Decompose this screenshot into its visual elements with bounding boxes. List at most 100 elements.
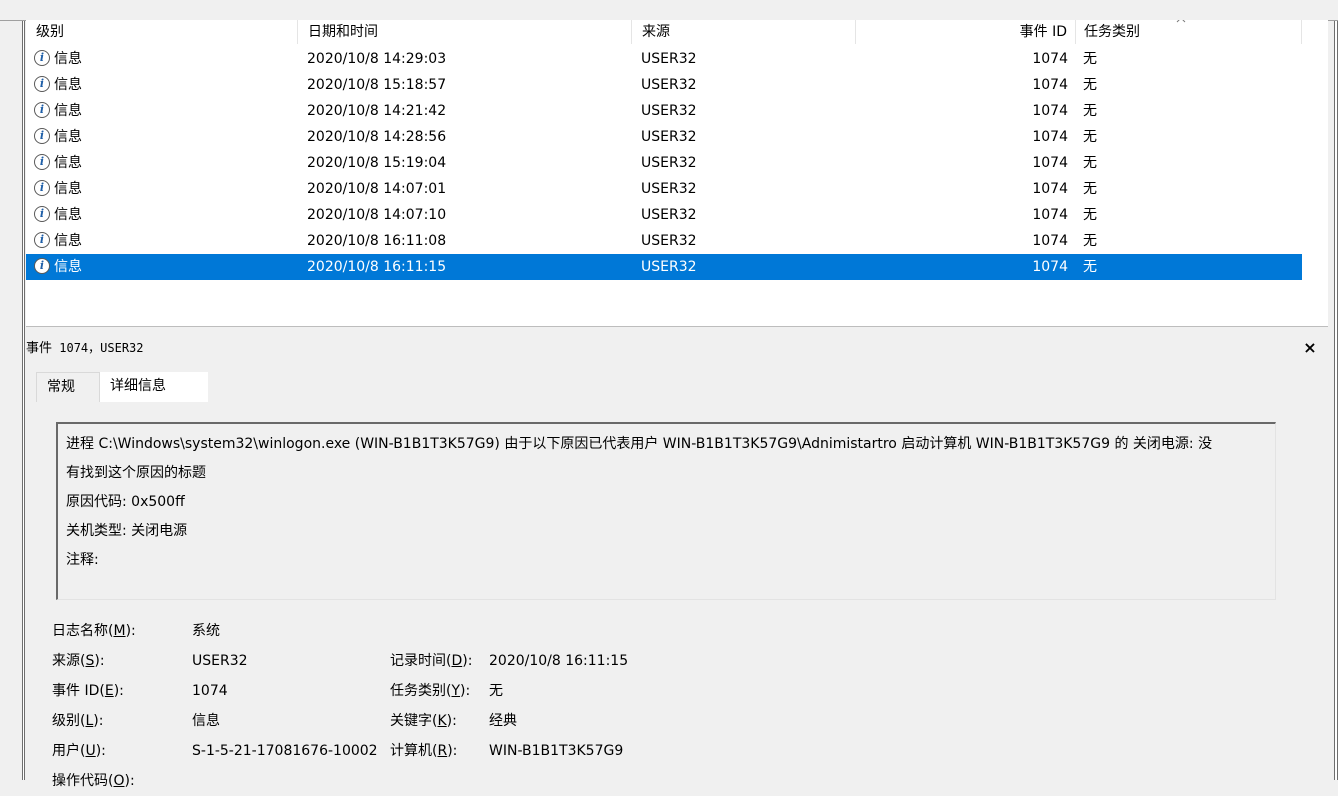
table-row-selected[interactable]: i 信息 2020/10/8 16:11:15 USER32 1074 无	[26, 254, 1302, 280]
cell-date: 2020/10/8 15:18:57	[307, 77, 447, 93]
table-row[interactable]: i 信息 2020/10/8 14:07:01 USER32 1074 无	[26, 176, 1302, 202]
cell-source: USER32	[641, 129, 697, 145]
close-icon[interactable]: ×	[1300, 336, 1320, 360]
column-header-level[interactable]: 级别	[26, 20, 298, 44]
label-computer: 计算机(R):	[390, 743, 458, 759]
cell-date: 2020/10/8 16:11:08	[307, 233, 447, 249]
list-header: 级别 日期和时间 来源 事件 ID 任务类别	[26, 20, 1328, 44]
cell-level: 信息	[54, 103, 82, 119]
cell-source: USER32	[641, 259, 697, 275]
cell-event-id: 1074	[1032, 233, 1068, 249]
cell-source: USER32	[641, 233, 697, 249]
pane-splitter[interactable]	[26, 326, 1328, 335]
cell-date: 2020/10/8 14:07:01	[307, 181, 447, 197]
tab-details[interactable]: 详细信息	[100, 372, 208, 402]
cell-task: 无	[1083, 129, 1097, 145]
left-window-border	[22, 0, 25, 780]
column-header-date[interactable]: 日期和时间	[298, 20, 632, 44]
value-log-name: 系统	[192, 623, 220, 639]
table-row[interactable]: i 信息 2020/10/8 15:19:04 USER32 1074 无	[26, 150, 1302, 176]
top-status-strip	[0, 0, 1338, 21]
cell-date: 2020/10/8 16:11:15	[307, 259, 447, 275]
cell-event-id: 1074	[1032, 155, 1068, 171]
cell-task: 无	[1083, 155, 1097, 171]
value-level: 信息	[192, 713, 220, 729]
info-icon: i	[34, 128, 50, 144]
cell-event-id: 1074	[1032, 77, 1068, 93]
table-row[interactable]: i 信息 2020/10/8 14:28:56 USER32 1074 无	[26, 124, 1302, 150]
label-source: 来源(S):	[52, 653, 105, 669]
label-logged: 记录时间(D):	[390, 653, 473, 669]
cell-date: 2020/10/8 14:28:56	[307, 129, 447, 145]
value-source: USER32	[192, 653, 248, 669]
table-row[interactable]: i 信息 2020/10/8 15:18:57 USER32 1074 无	[26, 72, 1302, 98]
column-header-task[interactable]: 任务类别	[1074, 20, 1302, 44]
cell-task: 无	[1083, 259, 1097, 275]
table-row[interactable]: i 信息 2020/10/8 16:11:08 USER32 1074 无	[26, 228, 1302, 254]
cell-event-id: 1074	[1032, 51, 1068, 67]
table-row[interactable]: i 信息 2020/10/8 14:07:10 USER32 1074 无	[26, 202, 1302, 228]
cell-level: 信息	[54, 181, 82, 197]
info-icon: i	[34, 154, 50, 170]
info-icon: i	[34, 180, 50, 196]
cell-event-id: 1074	[1032, 259, 1068, 275]
info-icon: i	[34, 76, 50, 92]
table-row[interactable]: i 信息 2020/10/8 14:29:03 USER32 1074 无	[26, 46, 1302, 72]
label-opcode: 操作代码(O):	[52, 773, 135, 789]
cell-source: USER32	[641, 155, 697, 171]
cell-date: 2020/10/8 14:21:42	[307, 103, 447, 119]
description-line: 进程 C:\Windows\system32\winlogon.exe (WIN…	[66, 436, 1213, 452]
value-event-id: 1074	[192, 683, 228, 699]
value-task-category: 无	[489, 683, 503, 699]
right-window-border	[1334, 0, 1338, 780]
info-icon: i	[34, 206, 50, 222]
cell-source: USER32	[641, 77, 697, 93]
label-event-id: 事件 ID(E):	[52, 683, 124, 699]
label-user: 用户(U):	[52, 743, 106, 759]
cell-source: USER32	[641, 51, 697, 67]
cell-event-id: 1074	[1032, 181, 1068, 197]
label-log-name: 日志名称(M):	[52, 623, 136, 639]
cell-level: 信息	[54, 51, 82, 67]
description-line: 有找到这个原因的标题	[66, 465, 206, 481]
cell-task: 无	[1083, 207, 1097, 223]
info-icon: i	[34, 102, 50, 118]
value-computer: WIN-B1B1T3K57G9	[489, 743, 624, 759]
cell-date: 2020/10/8 15:19:04	[307, 155, 447, 171]
table-row[interactable]: i 信息 2020/10/8 14:21:42 USER32 1074 无	[26, 98, 1302, 124]
sort-ascending-icon	[1176, 20, 1186, 23]
value-logged: 2020/10/8 16:11:15	[489, 653, 629, 669]
cell-date: 2020/10/8 14:07:10	[307, 207, 447, 223]
info-icon: i	[34, 232, 50, 248]
description-line: 关机类型: 关闭电源	[66, 523, 188, 539]
value-user: S-1-5-21-17081676-10002	[192, 743, 378, 759]
cell-task: 无	[1083, 77, 1097, 93]
general-panel: 进程 C:\Windows\system32\winlogon.exe (WIN…	[36, 402, 1328, 789]
cell-level: 信息	[54, 233, 82, 249]
description-line: 原因代码: 0x500ff	[66, 494, 185, 510]
cell-task: 无	[1083, 233, 1097, 249]
info-icon: i	[34, 50, 50, 66]
cell-level: 信息	[54, 129, 82, 145]
cell-source: USER32	[641, 103, 697, 119]
label-keywords: 关键字(K):	[390, 713, 457, 729]
description-line: 注释:	[66, 552, 99, 568]
column-header-event-id[interactable]: 事件 ID	[856, 20, 1076, 44]
event-description[interactable]: 进程 C:\Windows\system32\winlogon.exe (WIN…	[56, 422, 1276, 600]
cell-level: 信息	[54, 259, 82, 275]
cell-task: 无	[1083, 103, 1097, 119]
cell-event-id: 1074	[1032, 103, 1068, 119]
value-keywords: 经典	[489, 713, 517, 729]
cell-date: 2020/10/8 14:29:03	[307, 51, 447, 67]
cell-source: USER32	[641, 181, 697, 197]
cell-level: 信息	[54, 77, 82, 93]
tab-general[interactable]: 常规	[36, 372, 100, 402]
cell-task: 无	[1083, 181, 1097, 197]
cell-level: 信息	[54, 155, 82, 171]
cell-event-id: 1074	[1032, 207, 1068, 223]
label-level: 级别(L):	[52, 713, 104, 729]
event-list[interactable]: 级别 日期和时间 来源 事件 ID 任务类别 i 信息 2020/10/8 14…	[26, 20, 1328, 326]
cell-level: 信息	[54, 207, 82, 223]
column-header-source[interactable]: 来源	[632, 20, 856, 44]
cell-source: USER32	[641, 207, 697, 223]
